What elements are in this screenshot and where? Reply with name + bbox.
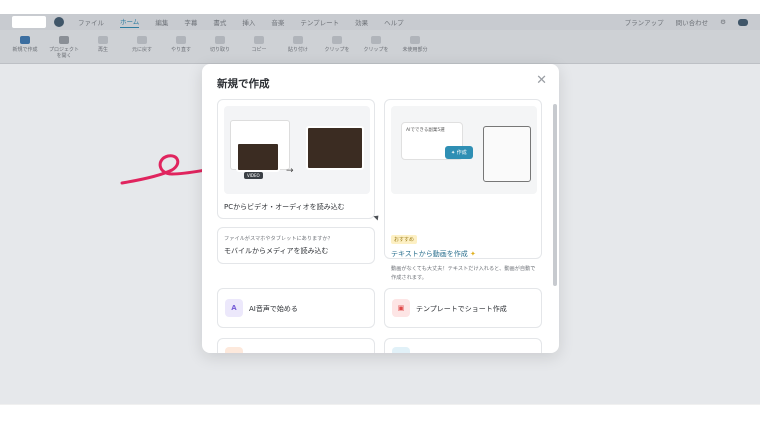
menubar: ファイル ホーム 編集 字幕 書式 挿入 音楽 テンプレート 効果 ヘルプ プラ… — [0, 14, 760, 30]
mobile-import-subtitle: ファイルがスマホやタブレットにありますか？ — [224, 236, 333, 242]
close-icon[interactable]: ✕ — [536, 74, 547, 87]
ai-voice-label: AI音声で始める — [249, 305, 298, 313]
more-option-card-1[interactable] — [217, 338, 375, 353]
template-short-card[interactable]: ▣ テンプレートでショート作成 — [384, 288, 542, 328]
arrow-right-icon: → — [286, 166, 294, 176]
toolbar: 新規で作成 プロジェクトを開く 再生 元に戻す やり直す 切り取り コピー 貼り… — [0, 30, 760, 64]
ai-voice-icon: A — [225, 299, 243, 317]
mobile-import-label: モバイルからメディアを読み込む — [224, 247, 329, 255]
pc-import-label: PCからビデオ・オーディオを読み込む — [224, 203, 345, 211]
document-name-field[interactable] — [12, 16, 46, 28]
cut-button[interactable]: 切り取り — [205, 36, 235, 53]
clip-icon — [371, 36, 381, 44]
toggle-icon[interactable] — [738, 18, 748, 26]
ai-voice-card[interactable]: A AI音声で始める — [217, 288, 375, 328]
menu-music[interactable]: 音楽 — [271, 17, 284, 27]
paste-icon — [293, 36, 303, 44]
menu-subtitle[interactable]: 字幕 — [184, 17, 197, 27]
pc-import-card[interactable]: VIDEO → PCからビデオ・オーディオを読み込む — [217, 99, 375, 219]
open-project-button[interactable]: プロジェクトを開く — [49, 36, 79, 59]
new-project-modal: 新規で作成 ✕ VIDEO → PCからビデオ・オーディオを読み込む AIででき… — [202, 64, 559, 353]
modal-scrollbar[interactable] — [553, 104, 557, 286]
menu-file[interactable]: ファイル — [78, 17, 104, 27]
undo-button[interactable]: 元に戻す — [127, 36, 157, 53]
option-icon — [392, 347, 410, 353]
tool-label: コピー — [251, 47, 267, 53]
undo-icon — [137, 36, 147, 44]
user-avatar[interactable] — [54, 17, 64, 27]
create-chip: ✦ 作成 — [445, 146, 473, 159]
play-button[interactable]: 再生 — [88, 36, 118, 53]
modal-title: 新規で作成 — [217, 78, 270, 90]
select-icon — [410, 36, 420, 44]
redo-button[interactable]: やり直す — [166, 36, 196, 53]
clip-button-2[interactable]: クリップを — [361, 36, 391, 53]
more-option-card-2[interactable] — [384, 338, 542, 353]
text-to-video-thumbnail: AIでできる副業5選 ✦ 作成 — [391, 106, 537, 194]
divider — [0, 404, 760, 405]
tool-label: 貼り付け — [287, 47, 308, 53]
option-icon — [225, 347, 243, 353]
text-to-video-card[interactable]: AIでできる副業5選 ✦ 作成 おすすめ テキストから動画を作成 ✦ 動画がなく… — [384, 99, 542, 281]
copy-icon — [254, 36, 264, 44]
text-to-video-description: 動画がなくても大丈夫！テキストだけ入れると、動画が自動で作成されます。 — [391, 266, 536, 281]
clip-icon — [332, 36, 342, 44]
clip-button-1[interactable]: クリップを — [322, 36, 352, 53]
scissors-icon — [215, 36, 225, 44]
template-icon: ▣ — [392, 299, 410, 317]
play-icon — [98, 36, 108, 44]
menu-help[interactable]: ヘルプ — [384, 17, 404, 27]
menu-template[interactable]: テンプレート — [300, 17, 339, 27]
menu-format[interactable]: 書式 — [213, 17, 226, 27]
video-thumbnail-small — [236, 142, 280, 172]
menu-edit[interactable]: 編集 — [155, 17, 168, 27]
plan-upgrade-link[interactable]: プランアップ — [625, 17, 664, 27]
tool-label: クリップを — [324, 47, 350, 53]
person-at-desk-illustration — [483, 126, 531, 182]
video-file-chip: VIDEO — [244, 172, 263, 179]
mobile-import-card[interactable]: ファイルがスマホやタブレットにありますか？ モバイルからメディアを読み込む — [217, 227, 375, 264]
video-thumbnail-large — [306, 126, 364, 170]
tool-label: クリップを — [363, 47, 389, 53]
copy-button[interactable]: コピー — [244, 36, 274, 53]
tool-label: プロジェクトを開く — [49, 47, 80, 59]
tool-label: 元に戻す — [131, 47, 152, 53]
tool-label: 新規で作成 — [12, 47, 38, 53]
contact-link[interactable]: 問い合わせ — [676, 17, 709, 27]
menu-effects[interactable]: 効果 — [355, 17, 368, 27]
new-icon — [20, 36, 30, 44]
recommended-badge: おすすめ — [391, 235, 418, 244]
tool-label: 再生 — [97, 47, 108, 53]
unused-parts-button[interactable]: 未使用部分 — [400, 36, 430, 53]
menu-home[interactable]: ホーム — [120, 16, 140, 28]
text-to-video-label-text: テキストから動画を作成 — [391, 250, 468, 258]
menu-insert[interactable]: 挿入 — [242, 17, 255, 27]
gear-icon[interactable]: ⚙ — [720, 18, 726, 26]
sparkle-icon: ✦ — [470, 250, 476, 258]
tool-label: 未使用部分 — [402, 47, 428, 53]
template-short-label: テンプレートでショート作成 — [416, 305, 507, 313]
paste-button[interactable]: 貼り付け — [283, 36, 313, 53]
create-chip-label: 作成 — [456, 150, 467, 156]
tool-label: 切り取り — [209, 47, 230, 53]
folder-icon — [59, 36, 69, 44]
new-project-button[interactable]: 新規で作成 — [10, 36, 40, 53]
text-to-video-label: テキストから動画を作成 ✦ — [391, 249, 476, 259]
pc-import-thumbnail: VIDEO → — [224, 106, 370, 194]
redo-icon — [176, 36, 186, 44]
tool-label: やり直す — [170, 47, 191, 53]
